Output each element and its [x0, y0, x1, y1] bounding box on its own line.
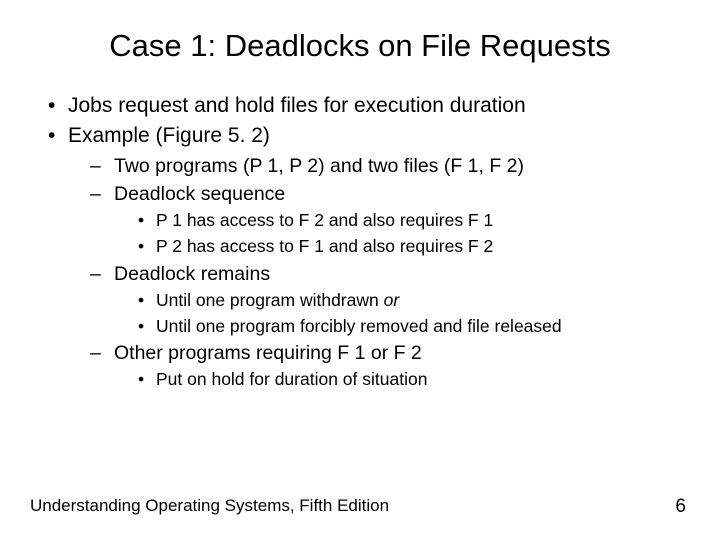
- bullet-level-3: Put on hold for duration of situation: [138, 368, 690, 392]
- bullet-level-3: P 1 has access to F 2 and also requires …: [138, 209, 690, 233]
- slide: Case 1: Deadlocks on File Requests Jobs …: [0, 0, 720, 540]
- bullet-level-3: Until one program withdrawn or: [138, 289, 690, 313]
- bullet-text-italic: or: [384, 290, 400, 310]
- bullet-level-2: Two programs (P 1, P 2) and two files (F…: [90, 153, 690, 179]
- bullet-level-2: Other programs requiring F 1 or F 2: [90, 340, 690, 366]
- bullet-level-3: P 2 has access to F 1 and also requires …: [138, 235, 690, 259]
- slide-content: Jobs request and hold files for executio…: [30, 92, 690, 392]
- footer-text: Understanding Operating Systems, Fifth E…: [30, 496, 389, 516]
- bullet-level-2: Deadlock remains: [90, 261, 690, 287]
- bullet-level-1: Jobs request and hold files for executio…: [48, 92, 690, 120]
- bullet-level-2: Deadlock sequence: [90, 181, 690, 207]
- bullet-level-3: Until one program forcibly removed and f…: [138, 315, 690, 339]
- bullet-level-1: Example (Figure 5. 2): [48, 122, 690, 150]
- bullet-text: Until one program withdrawn: [156, 290, 384, 310]
- slide-title: Case 1: Deadlocks on File Requests: [30, 28, 690, 64]
- page-number: 6: [675, 496, 686, 518]
